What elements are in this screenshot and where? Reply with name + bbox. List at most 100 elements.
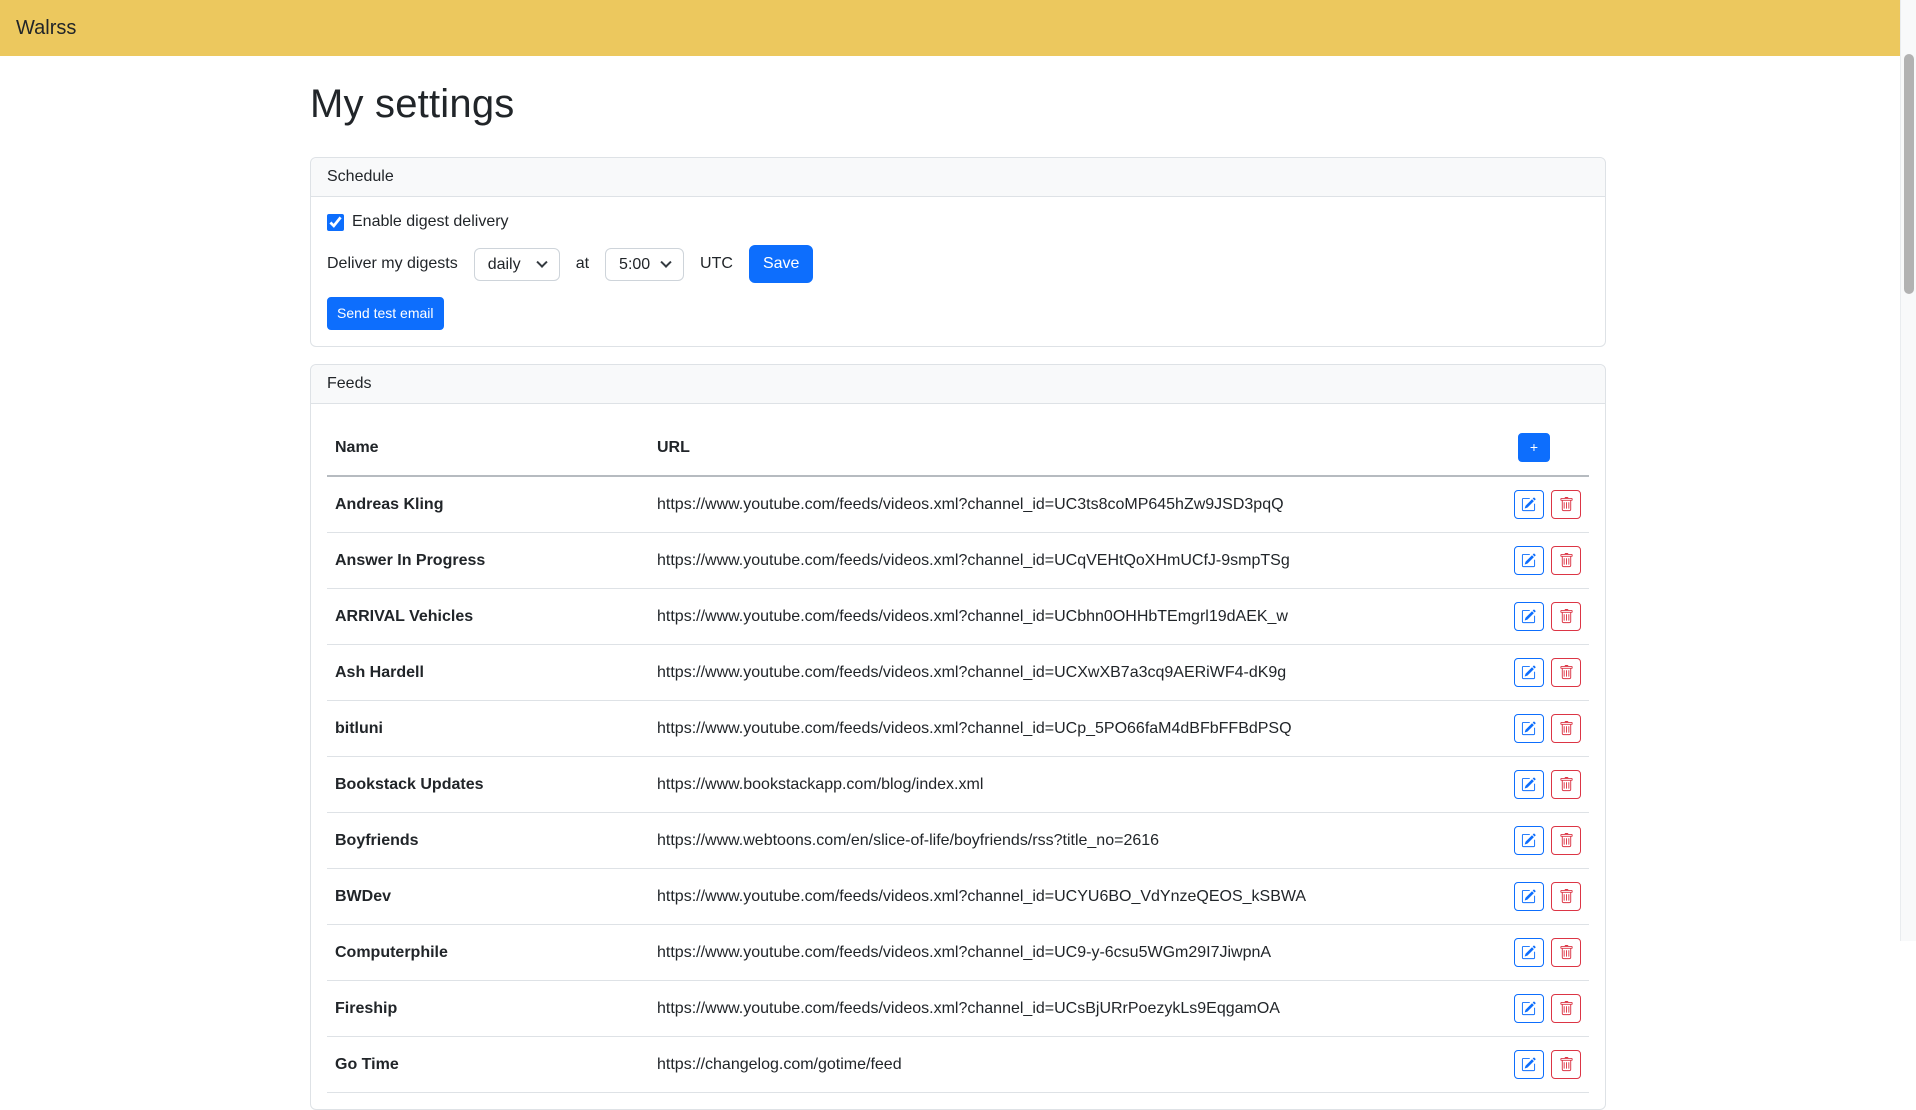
trash-icon bbox=[1559, 497, 1574, 512]
edit-feed-button[interactable] bbox=[1514, 994, 1544, 1023]
edit-feed-button[interactable] bbox=[1514, 658, 1544, 687]
pencil-square-icon bbox=[1521, 553, 1536, 568]
column-header-url: URL bbox=[649, 420, 1459, 476]
digest-schedule-row: Deliver my digests daily at 5:00 UTC Sav… bbox=[327, 245, 1589, 283]
feed-row: Fireship https://www.youtube.com/feeds/v… bbox=[327, 981, 1589, 1037]
feed-row: Go Time https://changelog.com/gotime/fee… bbox=[327, 1037, 1589, 1093]
feed-name: Boyfriends bbox=[335, 832, 419, 849]
edit-feed-button[interactable] bbox=[1514, 770, 1544, 799]
feed-name: Answer In Progress bbox=[335, 552, 485, 569]
pencil-square-icon bbox=[1521, 777, 1536, 792]
pencil-square-icon bbox=[1521, 665, 1536, 680]
feed-name: Computerphile bbox=[335, 944, 448, 961]
pencil-square-icon bbox=[1521, 833, 1536, 848]
navbar: Walrss bbox=[0, 0, 1916, 56]
feed-url: https://www.youtube.com/feeds/videos.xml… bbox=[657, 720, 1292, 737]
deliver-digests-label: Deliver my digests bbox=[327, 255, 458, 273]
scrollbar[interactable] bbox=[1900, 0, 1916, 941]
feeds-table-header-row: Name URL + bbox=[327, 420, 1589, 476]
page-title: My settings bbox=[310, 82, 1606, 127]
feed-row: BWDev https://www.youtube.com/feeds/vide… bbox=[327, 869, 1589, 925]
feed-row: Computerphile https://www.youtube.com/fe… bbox=[327, 925, 1589, 981]
edit-feed-button[interactable] bbox=[1514, 938, 1544, 967]
trash-icon bbox=[1559, 777, 1574, 792]
feed-row: Bookstack Updates https://www.bookstacka… bbox=[327, 757, 1589, 813]
delete-feed-button[interactable] bbox=[1551, 938, 1581, 967]
frequency-select-wrap: daily bbox=[474, 248, 560, 281]
delete-feed-button[interactable] bbox=[1551, 826, 1581, 855]
feed-url: https://www.youtube.com/feeds/videos.xml… bbox=[657, 1000, 1280, 1017]
feed-url: https://www.youtube.com/feeds/videos.xml… bbox=[657, 664, 1286, 681]
scrollbar-thumb[interactable] bbox=[1904, 54, 1914, 294]
feed-row: Andreas Kling https://www.youtube.com/fe… bbox=[327, 476, 1589, 533]
feed-name: Ash Hardell bbox=[335, 664, 424, 681]
enable-digest-checkbox[interactable] bbox=[327, 214, 344, 231]
delete-feed-button[interactable] bbox=[1551, 882, 1581, 911]
delete-feed-button[interactable] bbox=[1551, 994, 1581, 1023]
feeds-card: Feeds Name URL + Andreas Kling https://w… bbox=[310, 364, 1606, 1110]
delete-feed-button[interactable] bbox=[1551, 602, 1581, 631]
feed-row: Answer In Progress https://www.youtube.c… bbox=[327, 533, 1589, 589]
enable-digest-row: Enable digest delivery bbox=[327, 213, 1589, 231]
trash-icon bbox=[1559, 553, 1574, 568]
edit-feed-button[interactable] bbox=[1514, 490, 1544, 519]
feed-name: Fireship bbox=[335, 1000, 397, 1017]
add-feed-button[interactable]: + bbox=[1518, 433, 1550, 462]
feed-row: Ash Hardell https://www.youtube.com/feed… bbox=[327, 645, 1589, 701]
feed-name: ARRIVAL Vehicles bbox=[335, 608, 473, 625]
pencil-square-icon bbox=[1521, 1057, 1536, 1072]
feed-url: https://www.youtube.com/feeds/videos.xml… bbox=[657, 888, 1306, 905]
frequency-select[interactable]: daily bbox=[474, 248, 560, 281]
edit-feed-button[interactable] bbox=[1514, 602, 1544, 631]
edit-feed-button[interactable] bbox=[1514, 826, 1544, 855]
edit-feed-button[interactable] bbox=[1514, 882, 1544, 911]
feeds-card-body: Name URL + Andreas Kling https://www.you… bbox=[311, 404, 1605, 1109]
delete-feed-button[interactable] bbox=[1551, 1050, 1581, 1079]
feed-url: https://www.youtube.com/feeds/videos.xml… bbox=[657, 552, 1290, 569]
trash-icon bbox=[1559, 889, 1574, 904]
edit-feed-button[interactable] bbox=[1514, 1050, 1544, 1079]
pencil-square-icon bbox=[1521, 945, 1536, 960]
trash-icon bbox=[1559, 721, 1574, 736]
feed-name: BWDev bbox=[335, 888, 391, 905]
delete-feed-button[interactable] bbox=[1551, 658, 1581, 687]
time-select[interactable]: 5:00 bbox=[605, 248, 684, 281]
feeds-card-header: Feeds bbox=[311, 365, 1605, 404]
feed-url: https://www.youtube.com/feeds/videos.xml… bbox=[657, 496, 1284, 513]
feed-url: https://changelog.com/gotime/feed bbox=[657, 1056, 902, 1073]
time-select-wrap: 5:00 bbox=[605, 248, 684, 281]
schedule-card: Schedule Enable digest delivery Deliver … bbox=[310, 157, 1606, 347]
navbar-brand[interactable]: Walrss bbox=[16, 17, 76, 40]
feed-name: bitluni bbox=[335, 720, 383, 737]
feed-url: https://www.youtube.com/feeds/videos.xml… bbox=[657, 944, 1271, 961]
feed-name: Andreas Kling bbox=[335, 496, 443, 513]
feed-row: Boyfriends https://www.webtoons.com/en/s… bbox=[327, 813, 1589, 869]
column-header-name: Name bbox=[327, 420, 649, 476]
feed-row: ARRIVAL Vehicles https://www.youtube.com… bbox=[327, 589, 1589, 645]
enable-digest-label: Enable digest delivery bbox=[352, 213, 509, 231]
feed-url: https://www.bookstackapp.com/blog/index.… bbox=[657, 776, 983, 793]
delete-feed-button[interactable] bbox=[1551, 714, 1581, 743]
pencil-square-icon bbox=[1521, 889, 1536, 904]
delete-feed-button[interactable] bbox=[1551, 770, 1581, 799]
trash-icon bbox=[1559, 1001, 1574, 1016]
feed-url: https://www.webtoons.com/en/slice-of-lif… bbox=[657, 832, 1159, 849]
at-label: at bbox=[576, 255, 589, 273]
save-button[interactable]: Save bbox=[749, 245, 813, 283]
edit-feed-button[interactable] bbox=[1514, 546, 1544, 575]
edit-feed-button[interactable] bbox=[1514, 714, 1544, 743]
pencil-square-icon bbox=[1521, 721, 1536, 736]
trash-icon bbox=[1559, 833, 1574, 848]
schedule-card-header: Schedule bbox=[311, 158, 1605, 197]
main-container: My settings Schedule Enable digest deliv… bbox=[298, 82, 1618, 1110]
pencil-square-icon bbox=[1521, 609, 1536, 624]
feed-url: https://www.youtube.com/feeds/videos.xml… bbox=[657, 608, 1288, 625]
feed-name: Bookstack Updates bbox=[335, 776, 484, 793]
send-test-email-button[interactable]: Send test email bbox=[327, 297, 444, 330]
delete-feed-button[interactable] bbox=[1551, 546, 1581, 575]
delete-feed-button[interactable] bbox=[1551, 490, 1581, 519]
feeds-table: Name URL + Andreas Kling https://www.you… bbox=[327, 420, 1589, 1093]
trash-icon bbox=[1559, 945, 1574, 960]
feeds-table-body: Andreas Kling https://www.youtube.com/fe… bbox=[327, 476, 1589, 1093]
trash-icon bbox=[1559, 1057, 1574, 1072]
